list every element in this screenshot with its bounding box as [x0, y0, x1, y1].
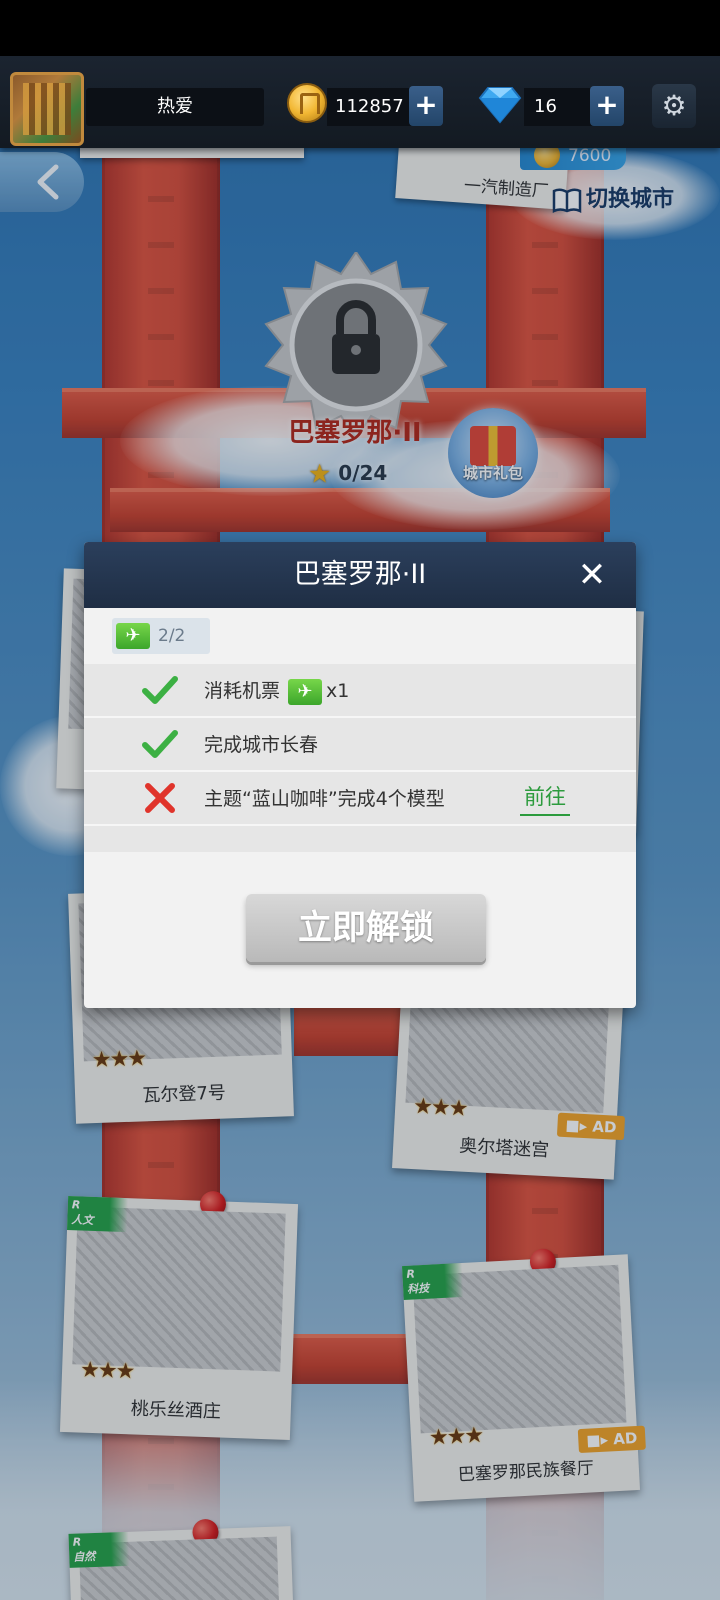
add-coins-button[interactable]: + — [409, 86, 443, 126]
plane-ticket-icon: ✈ — [116, 623, 150, 649]
requirement-text: 完成城市长春 — [204, 734, 319, 756]
coin-icon — [287, 83, 327, 123]
cross-icon — [145, 783, 175, 813]
add-gems-button[interactable]: + — [590, 86, 624, 126]
check-icon — [142, 676, 178, 704]
ticket-counter: ✈ 2/2 — [112, 618, 210, 654]
unlock-city-dialog: 巴塞罗那·II ✕ ✈ 2/2 消耗机票 ✈ x1 完成城市长春 主题“蓝山咖啡”完成… — [84, 542, 636, 1008]
dialog-title: 巴塞罗那·II — [293, 559, 427, 590]
settings-button[interactable]: ⚙ — [652, 84, 696, 128]
diamond-icon — [478, 87, 522, 124]
ticket-count: 2/2 — [158, 626, 186, 646]
gem-balance: 16 — [524, 88, 600, 126]
requirement-row: 主题“蓝山咖啡”完成4个模型 前往 — [84, 772, 636, 826]
dialog-divider — [84, 826, 636, 852]
requirement-label: 消耗机票 — [204, 680, 281, 702]
check-icon — [142, 730, 178, 758]
coin-balance: 112857 — [327, 88, 413, 126]
plane-ticket-icon: ✈ — [288, 678, 323, 705]
unlock-now-button[interactable]: 立即解锁 — [246, 894, 486, 962]
go-to-theme-link[interactable]: 前往 — [520, 780, 570, 816]
player-avatar[interactable] — [10, 72, 84, 146]
requirement-quantity: x1 — [326, 680, 350, 702]
close-button[interactable]: ✕ — [570, 552, 614, 598]
requirement-row: 完成城市长春 — [84, 718, 636, 772]
dialog-header: 巴塞罗那·II ✕ — [84, 542, 636, 608]
requirement-row: 消耗机票 ✈ x1 — [84, 664, 636, 718]
requirement-text: 主题“蓝山咖啡”完成4个模型 — [204, 788, 445, 810]
player-name: 热爱 — [86, 88, 264, 126]
gear-icon: ⚙ — [661, 89, 687, 122]
system-status-bar — [0, 0, 720, 56]
requirement-text: 消耗机票 ✈ x1 — [204, 664, 349, 718]
resource-top-bar: 热爱 112857 + 16 + ⚙ — [0, 56, 720, 148]
